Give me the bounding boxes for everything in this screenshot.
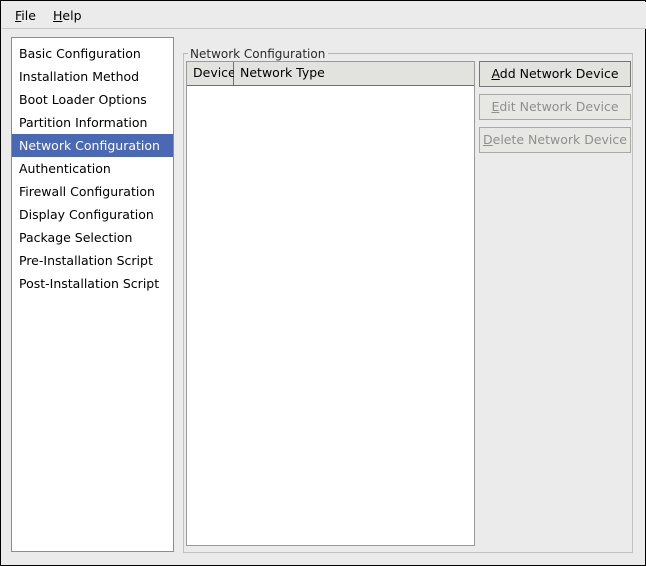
menu-help-rest: elp bbox=[62, 8, 81, 23]
menu-file-rest: ile bbox=[21, 8, 36, 23]
edit-network-device-button[interactable]: Edit Network Device bbox=[479, 94, 631, 120]
add-network-device-button[interactable]: Add Network Device bbox=[479, 61, 631, 87]
sidebar-list[interactable]: Basic Configuration Installation Method … bbox=[11, 37, 174, 552]
menu-help-mnemonic: H bbox=[53, 8, 62, 23]
sidebar-item-installation-method[interactable]: Installation Method bbox=[12, 65, 173, 88]
delete-button-mnemonic: D bbox=[483, 132, 493, 147]
sidebar-item-package-selection[interactable]: Package Selection bbox=[12, 226, 173, 249]
menu-bar: File Help bbox=[2, 2, 646, 29]
sidebar-item-partition-information[interactable]: Partition Information bbox=[12, 111, 173, 134]
sidebar-item-authentication[interactable]: Authentication bbox=[12, 157, 173, 180]
network-devices-table[interactable]: Device Network Type bbox=[186, 61, 475, 546]
delete-button-label: elete Network Device bbox=[493, 132, 627, 147]
sidebar-item-network-configuration[interactable]: Network Configuration bbox=[12, 134, 173, 157]
device-action-buttons: Add Network Device Edit Network Device D… bbox=[479, 61, 631, 151]
column-header-device[interactable]: Device bbox=[187, 62, 234, 86]
edit-button-label: dit Network Device bbox=[499, 99, 618, 114]
sidebar-item-pre-installation-script[interactable]: Pre-Installation Script bbox=[12, 249, 173, 272]
sidebar-item-basic-configuration[interactable]: Basic Configuration bbox=[12, 42, 173, 65]
add-button-label: dd Network Device bbox=[500, 66, 619, 81]
table-body-empty[interactable] bbox=[187, 86, 474, 545]
application-window: File Help Basic Configuration Installati… bbox=[0, 0, 646, 566]
column-header-network-type[interactable]: Network Type bbox=[234, 62, 474, 86]
delete-network-device-button[interactable]: Delete Network Device bbox=[479, 127, 631, 153]
sidebar-item-display-configuration[interactable]: Display Configuration bbox=[12, 203, 173, 226]
add-button-mnemonic: A bbox=[491, 66, 499, 81]
sidebar-items: Basic Configuration Installation Method … bbox=[12, 42, 173, 295]
menu-item-help[interactable]: Help bbox=[46, 7, 89, 24]
menu-item-file[interactable]: File bbox=[8, 7, 43, 24]
frame-legend: Network Configuration bbox=[188, 47, 328, 61]
sidebar-item-firewall-configuration[interactable]: Firewall Configuration bbox=[12, 180, 173, 203]
sidebar-item-boot-loader-options[interactable]: Boot Loader Options bbox=[12, 88, 173, 111]
table-header-row: Device Network Type bbox=[187, 62, 474, 86]
sidebar-item-post-installation-script[interactable]: Post-Installation Script bbox=[12, 272, 173, 295]
